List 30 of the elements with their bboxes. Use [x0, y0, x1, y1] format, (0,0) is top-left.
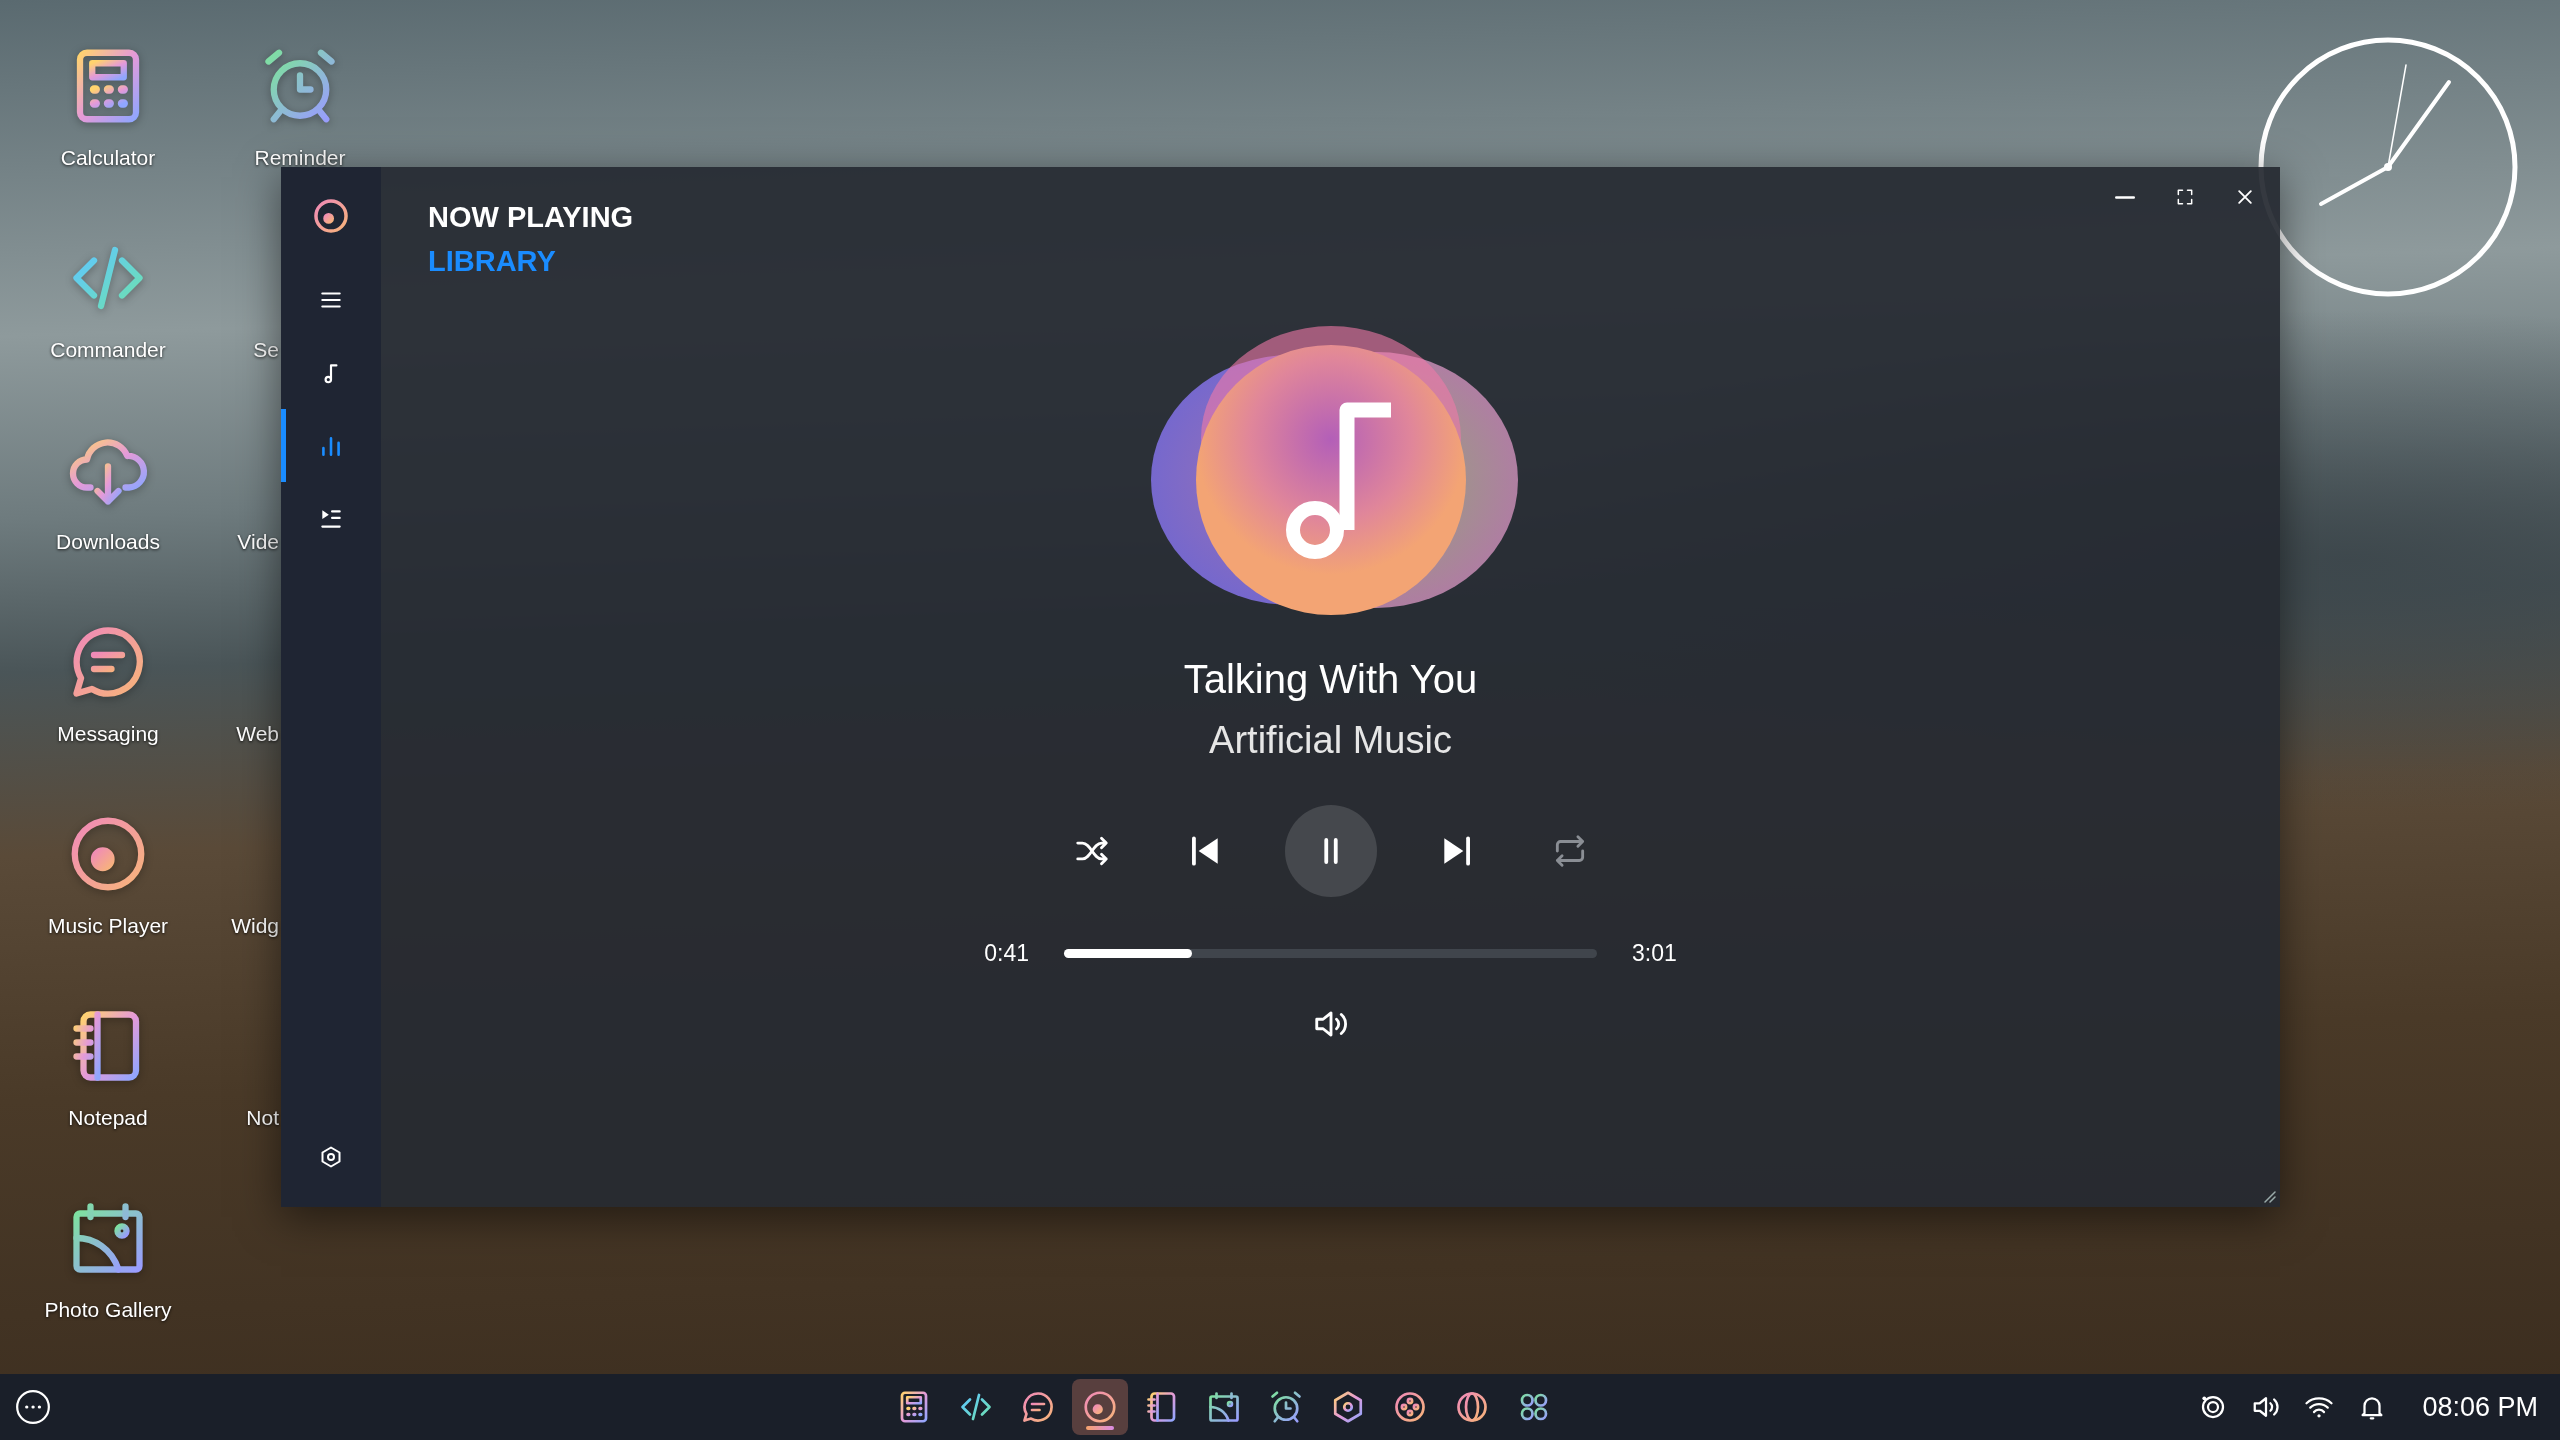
app-logo-icon	[312, 197, 350, 235]
app-label: Web	[235, 722, 279, 746]
close-icon	[2235, 187, 2255, 207]
artist-name: Artificial Music	[1209, 718, 1452, 763]
app-label: Reminder	[254, 146, 346, 170]
app-label: Se	[252, 338, 279, 362]
taskbar-clock[interactable]: 08:06 PM	[2422, 1391, 2538, 1423]
app-label: Vide	[236, 530, 279, 554]
app-label: Messaging	[57, 722, 159, 746]
start-button[interactable]	[14, 1388, 52, 1426]
app-label: Calculator	[60, 146, 156, 170]
elapsed-time: 0:41	[984, 940, 1029, 967]
app-label: Notepad	[68, 1106, 148, 1130]
maximize-icon	[2175, 187, 2195, 207]
taskbar-app-button[interactable]	[1072, 1379, 1129, 1435]
app-label: Not	[245, 1106, 279, 1130]
nav-tab[interactable]: LIBRARY	[428, 243, 556, 279]
song-title: Talking With You	[1183, 656, 1478, 703]
app-label: Downloads	[56, 530, 160, 554]
app-label: Music Player	[47, 914, 169, 938]
total-duration: 3:01	[1632, 940, 1677, 967]
nav-tab[interactable]: NOW PLAYING	[428, 199, 634, 235]
app-label: Widg	[230, 914, 279, 938]
minimize-icon	[2115, 195, 2135, 199]
music-disc-icon	[1082, 1389, 1119, 1425]
app-label: Commander	[50, 338, 166, 362]
more-dots-icon	[14, 1388, 52, 1426]
app-label: Photo Gallery	[44, 1298, 172, 1322]
progress-bar[interactable]	[1064, 949, 1597, 958]
settings-icon[interactable]	[319, 1145, 343, 1169]
